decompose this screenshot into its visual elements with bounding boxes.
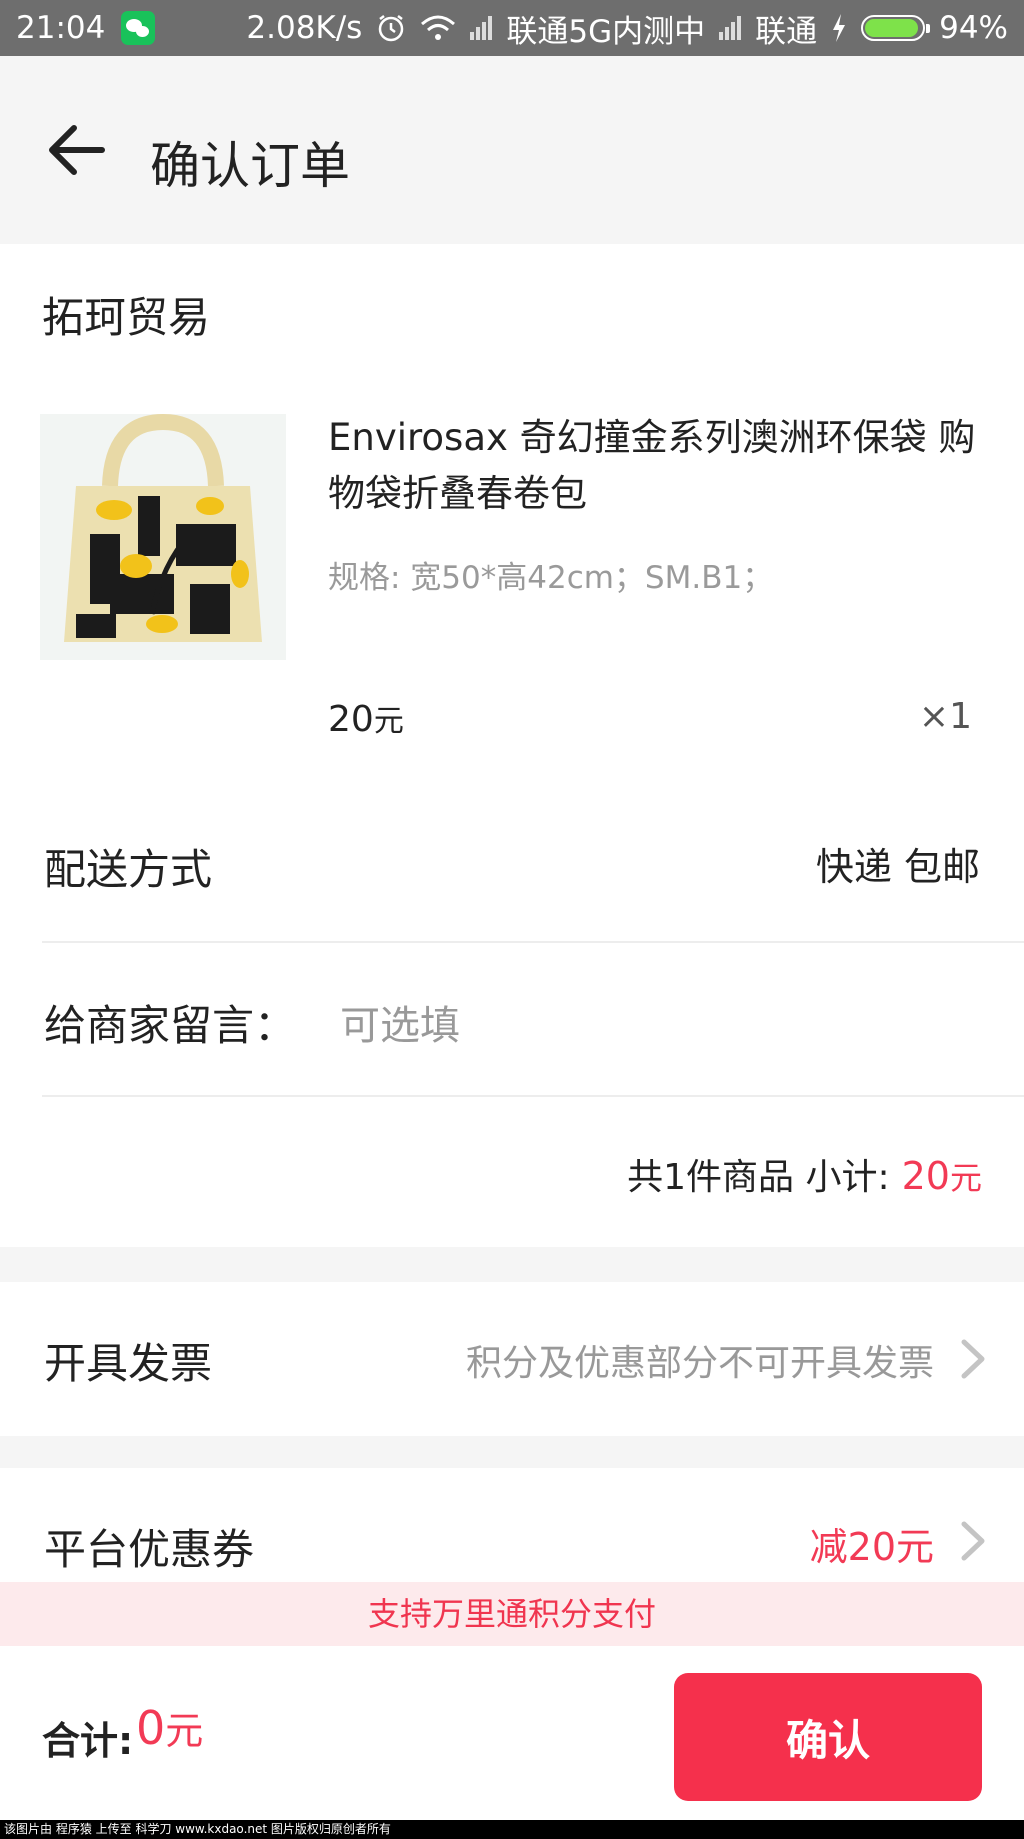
subtotal-label: 共1件商品 小计: [627,1157,890,1198]
product-image[interactable] [40,414,286,660]
signal-icon [470,16,493,40]
total-unit: 元 [165,1709,204,1753]
battery-percent: 94% [939,10,1008,46]
store-name[interactable]: 拓珂贸易 [42,284,210,345]
header: 确认订单 [0,56,1024,244]
message-label: 给商家留言： [44,1001,297,1050]
signal-icon [719,16,742,40]
chevron-right-icon[interactable] [958,1518,988,1564]
battery-icon [861,15,931,41]
arrow-left-icon[interactable] [44,120,108,180]
chevron-right-icon[interactable] [958,1336,988,1382]
product-quantity: ×1 [918,696,972,737]
status-time: 21:04 [16,10,106,46]
coupon-value: 减20元 [809,1525,934,1569]
subtotal-amount: 20元 [902,1154,982,1198]
delivery-label: 配送方式 [44,845,213,894]
price-unit: 元 [373,704,404,739]
divider [42,941,1024,943]
delivery-value: 快递 包邮 [815,845,980,889]
product-price: 20元 [328,696,404,740]
product-spec: 规格: 宽50*高42cm；SM.B1； [328,560,774,596]
status-bar: 21:04 2.08K/s 联通5G内测中 联通 94% [0,0,1024,56]
carrier-2: 联通 [755,13,818,50]
subtotal-value: 20 [901,1154,950,1198]
total-label: 合计: [42,1719,134,1763]
charging-icon [833,14,846,42]
total-value: 0 [136,1701,166,1755]
subtotal-unit: 元 [949,1159,982,1197]
price-amount: 20 [328,699,374,740]
subtotal: 共1件商品 小计: 20元 [627,1148,982,1200]
alarm-icon [379,15,404,42]
order-card: 拓珂贸易 Envirosax 奇幻撞金系列澳洲环保袋 购物袋折叠春卷包 规格: … [0,244,1024,1247]
invoice-row[interactable]: 开具发票 积分及优惠部分不可开具发票 [0,1282,1024,1436]
total-amount: 0元 [136,1700,203,1755]
divider [42,1095,1024,1097]
wechat-icon [121,11,156,45]
message-input[interactable] [338,990,982,1062]
watermark: 该图片由 程序猿 上传至 科学刀 www.kxdao.net 图片版权归原创者所… [0,1820,1024,1839]
status-right-group: 2.08K/s 联通5G内测中 联通 94% [246,6,1008,51]
footer-bar: 合计: 0元 确认 [0,1646,1024,1820]
net-speed: 2.08K/s [246,10,363,46]
page-title: 确认订单 [150,137,350,195]
carrier-1: 联通5G内测中 [506,13,706,50]
confirm-button[interactable]: 确认 [674,1673,982,1801]
coupon-label: 平台优惠券 [44,1525,255,1574]
wifi-icon [421,15,456,40]
coupon-row[interactable]: 平台优惠券 减20元 [0,1468,1024,1582]
invoice-label: 开具发票 [44,1339,213,1388]
product-name[interactable]: Envirosax 奇幻撞金系列澳洲环保袋 购物袋折叠春卷包 [328,410,988,522]
invoice-note: 积分及优惠部分不可开具发票 [465,1343,934,1384]
points-banner: 支持万里通积分支付 [0,1582,1024,1646]
